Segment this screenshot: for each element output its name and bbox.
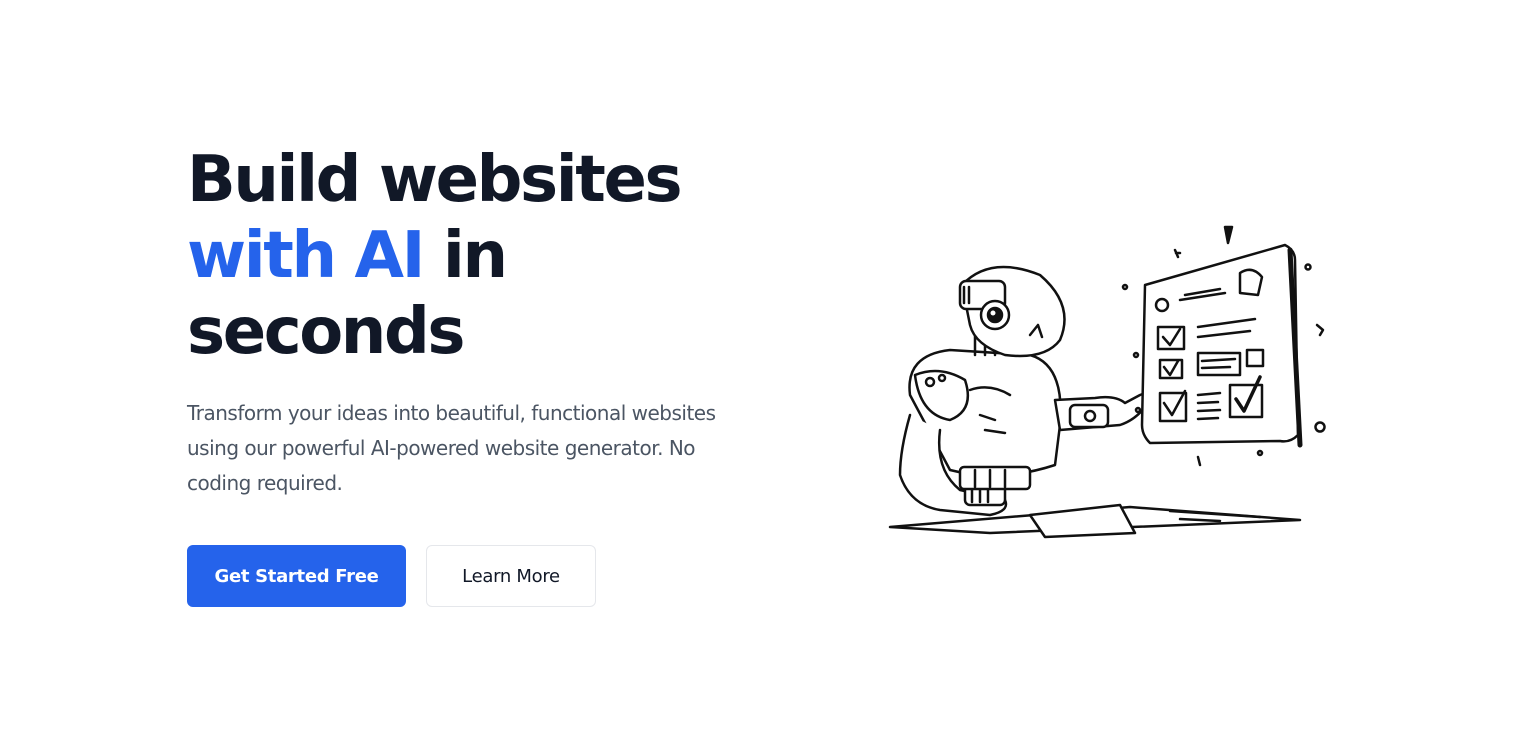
headline-line-1: Build websites	[187, 143, 683, 217]
headline-line-3: seconds	[187, 295, 465, 369]
headline-line-2-rest: in	[423, 219, 508, 293]
robot-checklist-illustration	[888, 225, 1326, 539]
learn-more-button[interactable]: Learn More	[426, 545, 596, 607]
hero-text: Build websites with AI in seconds Transf…	[187, 142, 747, 501]
get-started-button[interactable]: Get Started Free	[187, 545, 406, 607]
hero-buttons: Get Started Free Learn More	[187, 545, 596, 607]
headline-accent: with AI	[187, 219, 425, 293]
headline-line-2: with AI in	[187, 218, 747, 294]
hero-subtitle: Transform your ideas into beautiful, fun…	[187, 401, 716, 495]
hero-headline: Build websites with AI in seconds	[187, 142, 747, 370]
